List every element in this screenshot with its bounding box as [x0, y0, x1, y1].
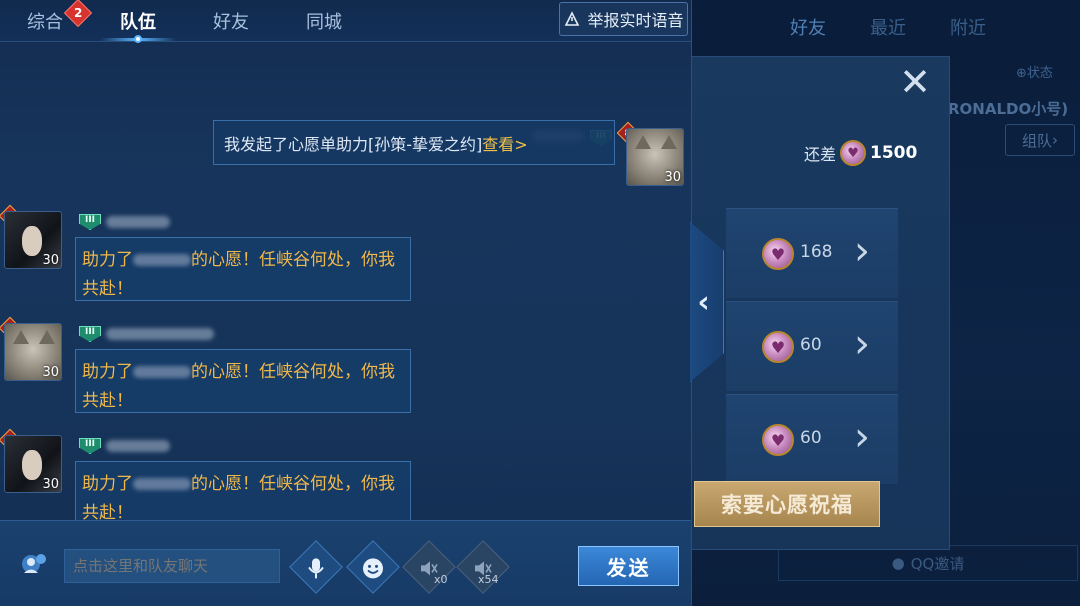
wish-coin-icon: ♥ — [762, 238, 794, 270]
avatar-level: 30 — [42, 365, 59, 380]
sender-name-blurred — [106, 440, 170, 452]
qq-invite-button[interactable]: ● QQ邀请 — [778, 545, 1078, 581]
blurred-name — [133, 478, 191, 490]
avatar-level: 30 — [664, 170, 681, 185]
background-tab-friends[interactable]: 好友 — [790, 14, 826, 40]
chat-input[interactable] — [64, 549, 280, 583]
report-icon — [565, 11, 580, 26]
vip-badge: III — [79, 214, 101, 230]
avatar[interactable]: 30 — [4, 323, 62, 381]
blurred-name — [133, 254, 191, 266]
emoji-icon — [363, 558, 383, 579]
report-voice-button[interactable]: 举报实时语音 — [559, 2, 688, 36]
message-bubble-self[interactable]: 我发起了心愿单助力[孙策-挚爱之约]查看> — [213, 120, 615, 165]
microphone-icon — [308, 558, 324, 579]
reward-row[interactable]: ♥ 168 › — [726, 208, 898, 298]
wish-coin-icon: ♥ — [762, 331, 794, 363]
sender-name-blurred — [106, 328, 214, 340]
chevron-right-icon[interactable]: › — [854, 231, 870, 271]
wish-coin-icon: ♥ — [762, 424, 794, 456]
blurred-name — [133, 366, 191, 378]
wish-coin-icon: ♥ — [840, 140, 867, 166]
message-bubble[interactable]: 助力了 的心愿！任峡谷何处，你我共赴！ — [75, 237, 411, 301]
send-button[interactable]: 发送 — [578, 546, 679, 586]
message-bubble[interactable]: 助力了 的心愿！任峡谷何处，你我共赴！ — [75, 461, 411, 520]
ask-wish-blessing-button[interactable]: 索要心愿祝福 — [694, 481, 880, 527]
loudspeaker-button[interactable] — [402, 540, 456, 594]
tab-general[interactable]: 综合 — [27, 8, 63, 34]
message-list[interactable]: III 8 30 我发起了心愿单助力[孙策-挚爱之约]查看> 6 30 III … — [0, 42, 691, 520]
chat-panel: 综合 2 队伍 好友 同城 举报实时语音 III 8 30 我发起了心愿单助力[… — [0, 0, 692, 606]
emoji-button[interactable] — [346, 540, 400, 594]
avatar-level: 30 — [42, 253, 59, 268]
microphone-button[interactable] — [289, 540, 343, 594]
view-link[interactable]: 查看> — [482, 135, 527, 154]
background-nickname: RONALDO小号) — [948, 100, 1069, 118]
background-status[interactable]: ⊕状态 — [1016, 62, 1053, 81]
need-label: 还差 — [804, 145, 837, 164]
horn-count: x54 — [478, 573, 499, 586]
avatar[interactable]: 30 — [4, 435, 62, 493]
team-button[interactable]: 组队 › — [1005, 124, 1075, 156]
person-icon: ● — [891, 554, 905, 572]
background-tab-recent[interactable]: 最近 — [870, 14, 906, 40]
sender-name-blurred — [106, 216, 170, 228]
need-value: 1500 — [870, 143, 918, 163]
chevron-right-icon[interactable]: › — [854, 324, 870, 364]
unread-badge: 2 — [63, 0, 93, 28]
avatar[interactable]: 30 — [626, 128, 684, 186]
avatar-level: 30 — [42, 477, 59, 492]
avatar[interactable]: 30 — [4, 211, 62, 269]
vip-badge: III — [79, 326, 101, 342]
reward-value: 168 — [800, 242, 833, 262]
loudspeaker-count: x0 — [434, 573, 448, 586]
chat-input-bar: x0 x54 发送 — [0, 520, 691, 606]
reward-row[interactable]: ♥ 60 › — [726, 301, 898, 391]
vip-badge: III — [79, 438, 101, 454]
reward-value: 60 — [800, 335, 822, 355]
chevron-left-icon: ‹ — [697, 284, 710, 320]
close-icon[interactable]: ✕ — [897, 63, 933, 101]
background-tab-nearby[interactable]: 附近 — [950, 14, 986, 40]
chevron-right-icon[interactable]: › — [854, 417, 870, 457]
report-voice-label: 举报实时语音 — [587, 11, 684, 30]
need-row: 还差 ♥ 1500 — [804, 140, 917, 166]
tab-city[interactable]: 同城 — [306, 8, 342, 34]
message-bubble[interactable]: 助力了 的心愿！任峡谷何处，你我共赴！ — [75, 349, 411, 413]
tab-team[interactable]: 队伍 — [120, 8, 156, 34]
tab-friends[interactable]: 好友 — [213, 8, 249, 34]
background-tabs: 好友 最近 附近 — [790, 14, 986, 40]
reward-row[interactable]: ♥ 60 › — [726, 394, 898, 484]
chat-tabbar: 综合 2 队伍 好友 同城 举报实时语音 — [0, 0, 691, 43]
reward-value: 60 — [800, 428, 822, 448]
voice-to-text-icon[interactable] — [18, 551, 48, 581]
